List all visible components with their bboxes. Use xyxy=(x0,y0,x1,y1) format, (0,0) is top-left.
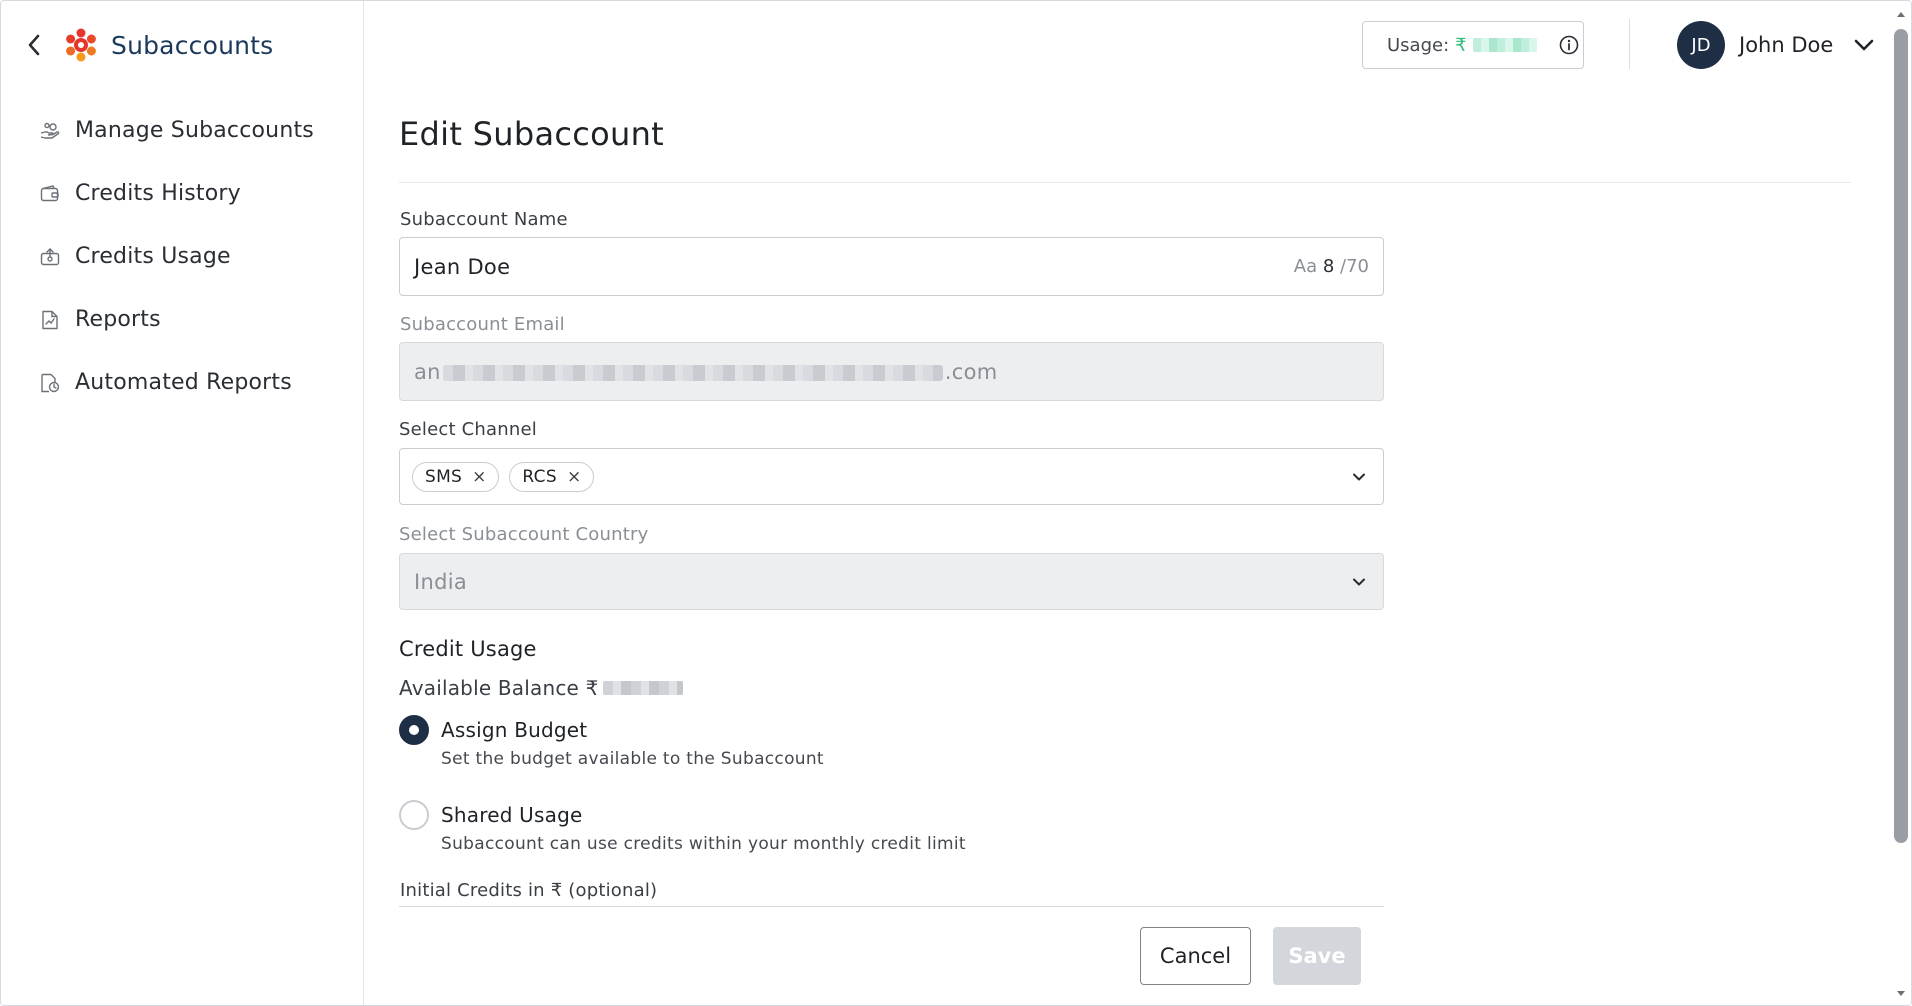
avatar: JD xyxy=(1677,21,1725,69)
sidebar-item-reports[interactable]: Reports xyxy=(39,288,314,351)
wallet-icon xyxy=(39,183,61,205)
channel-select[interactable]: SMS × RCS × xyxy=(399,448,1384,505)
email-field-label: Subaccount Email xyxy=(400,314,565,335)
usage-currency: ₹ xyxy=(1455,34,1467,56)
option-title: Shared Usage xyxy=(441,803,583,827)
initial-credits-input[interactable] xyxy=(399,906,1384,907)
sidebar-item-label: Automated Reports xyxy=(75,370,292,395)
shared-usage-radio[interactable] xyxy=(399,800,429,830)
chevron-down-icon[interactable] xyxy=(1349,467,1369,487)
sidebar-item-automated-reports[interactable]: Automated Reports xyxy=(39,351,314,414)
email-redacted xyxy=(442,364,943,381)
close-icon[interactable]: × xyxy=(472,467,486,487)
option-title: Assign Budget xyxy=(441,718,588,742)
sidebar-item-credits-history[interactable]: Credits History xyxy=(39,162,314,225)
option-description: Subaccount can use credits within your m… xyxy=(441,834,966,854)
subaccount-email-value: an .com xyxy=(414,359,998,384)
usage-label: Usage: xyxy=(1387,34,1450,56)
subaccount-email-field: an .com xyxy=(399,342,1384,401)
sidebar-item-credits-usage[interactable]: Credits Usage xyxy=(39,225,314,288)
title-divider xyxy=(399,182,1851,183)
credit-usage-heading: Credit Usage xyxy=(399,637,537,661)
option-description: Set the budget available to the Subaccou… xyxy=(441,749,824,769)
subaccount-name-value: Jean Doe xyxy=(414,254,511,279)
available-balance: Available Balance ₹ xyxy=(399,676,683,700)
channel-chip-sms[interactable]: SMS × xyxy=(412,461,500,492)
balance-redacted xyxy=(602,681,683,695)
info-icon[interactable] xyxy=(1559,35,1579,55)
scroll-down-icon[interactable] xyxy=(1895,987,1907,999)
initial-credits-label: Initial Credits in ₹ (optional) xyxy=(400,880,658,901)
chevron-down-icon xyxy=(1854,39,1874,51)
country-select: India xyxy=(399,553,1384,610)
sidebar-header: Subaccounts xyxy=(23,23,273,67)
assign-budget-option[interactable]: Assign Budget Set the budget available t… xyxy=(399,715,824,769)
close-icon[interactable]: × xyxy=(567,467,581,487)
user-menu[interactable]: JD John Doe xyxy=(1677,21,1875,69)
usage-amount-redacted xyxy=(1472,38,1537,52)
usage-indicator[interactable]: Usage: ₹ xyxy=(1362,21,1584,69)
sidebar-item-label: Credits History xyxy=(75,181,241,206)
user-name: John Doe xyxy=(1739,33,1834,57)
report-icon xyxy=(39,309,61,331)
channel-chip-rcs[interactable]: RCS × xyxy=(509,461,595,492)
sidebar: Subaccounts Manage Subaccounts Credits H… xyxy=(1,1,364,1005)
sidebar-nav: Manage Subaccounts Credits History Credi… xyxy=(39,99,314,414)
brand-logo-icon xyxy=(66,28,96,62)
chevron-left-icon xyxy=(28,34,40,56)
sidebar-item-label: Reports xyxy=(75,307,161,332)
char-counter: Aa 8 /70 xyxy=(1293,256,1369,277)
credit-usage-icon xyxy=(39,246,61,268)
assign-budget-radio[interactable] xyxy=(399,715,429,745)
shared-usage-option[interactable]: Shared Usage Subaccount can use credits … xyxy=(399,800,966,854)
sidebar-item-label: Manage Subaccounts xyxy=(75,118,314,143)
name-field-label: Subaccount Name xyxy=(400,209,568,230)
app-window: Subaccounts Manage Subaccounts Credits H… xyxy=(0,0,1912,1006)
back-button[interactable] xyxy=(23,34,45,56)
hand-coins-icon xyxy=(39,120,61,142)
vertical-scrollbar[interactable] xyxy=(1890,1,1911,1005)
sidebar-item-manage-subaccounts[interactable]: Manage Subaccounts xyxy=(39,99,314,162)
page-title: Edit Subaccount xyxy=(399,115,665,153)
cancel-button[interactable]: Cancel xyxy=(1140,927,1251,985)
automated-report-icon xyxy=(39,372,61,394)
sidebar-item-label: Credits Usage xyxy=(75,244,231,269)
channel-field-label: Select Channel xyxy=(399,419,537,440)
scrollbar-thumb[interactable] xyxy=(1894,29,1908,843)
save-button[interactable]: Save xyxy=(1273,927,1361,985)
header-divider xyxy=(1629,19,1630,69)
sidebar-title: Subaccounts xyxy=(111,30,274,60)
scroll-up-icon[interactable] xyxy=(1895,9,1907,21)
country-field-label: Select Subaccount Country xyxy=(399,524,649,545)
subaccount-name-field[interactable]: Jean Doe Aa 8 /70 xyxy=(399,237,1384,296)
chevron-down-icon xyxy=(1353,578,1365,585)
country-value: India xyxy=(414,569,468,594)
